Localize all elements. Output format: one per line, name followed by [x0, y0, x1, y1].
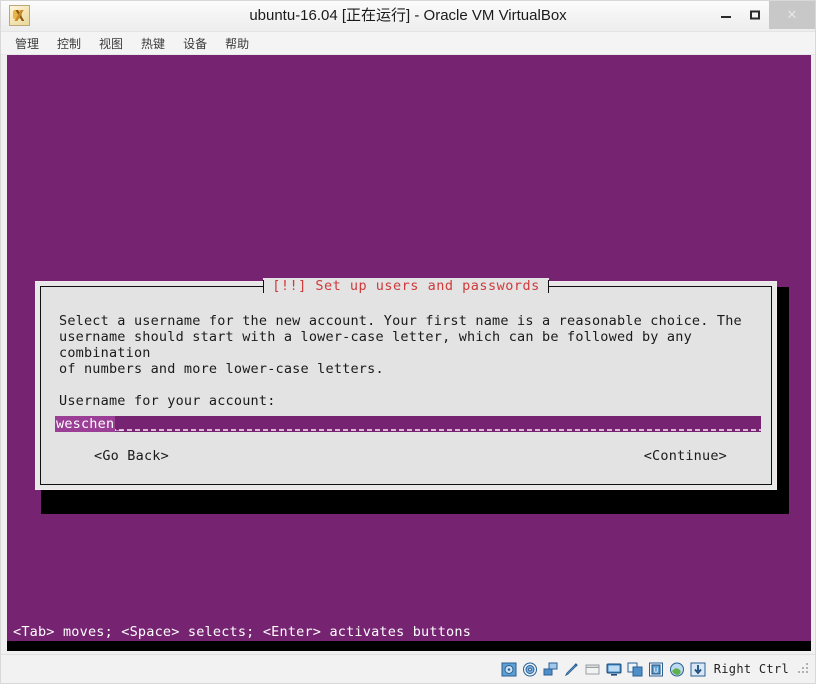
username-input[interactable]: weschen _ [55, 416, 761, 432]
text-cursor: _ [115, 416, 124, 432]
keyboard-hint-text: <Tab> moves; <Space> selects; <Enter> ac… [13, 624, 472, 640]
dialog-frame: [!!] Set up users and passwords Select a… [40, 278, 772, 485]
minimize-icon [720, 16, 731, 19]
hard-disk-icon[interactable] [501, 662, 517, 677]
close-button[interactable]: ✕ [769, 1, 815, 29]
dialog-button-row: <Go Back> <Continue> [59, 448, 751, 464]
host-key-label: Right Ctrl [713, 662, 789, 676]
guest-bottom-filler [7, 641, 811, 651]
menu-view[interactable]: 视图 [99, 35, 123, 52]
network-icon[interactable] [543, 662, 559, 677]
go-back-button[interactable]: <Go Back> [94, 448, 169, 464]
resize-grip-icon[interactable] [797, 663, 809, 675]
cpu-icon[interactable]: U [648, 662, 664, 677]
window-title: ubuntu-16.04 [正在运行] - Oracle VM VirtualB… [249, 7, 567, 24]
menu-machine[interactable]: 控制 [57, 35, 81, 52]
window-titlebar: ubuntu-16.04 [正在运行] - Oracle VM VirtualB… [1, 1, 815, 32]
menu-input[interactable]: 热键 [141, 35, 165, 52]
dialog-description: Select a username for the new account. Y… [59, 313, 742, 377]
optical-disk-icon[interactable] [522, 662, 538, 677]
dialog-prompt-label: Username for your account: [59, 393, 276, 409]
virtualbox-statusbar: U Right Ctrl [1, 654, 815, 683]
window-controls: ✕ [711, 1, 815, 29]
virtualbox-window: ubuntu-16.04 [正在运行] - Oracle VM VirtualB… [0, 0, 816, 684]
menubar: 管理 控制 视图 热键 设备 帮助 [1, 32, 815, 55]
ubuntu-installer-screen[interactable]: [!!] Set up users and passwords Select a… [7, 55, 811, 651]
guest-screen-container: [!!] Set up users and passwords Select a… [1, 55, 815, 654]
menu-help[interactable]: 帮助 [225, 35, 249, 52]
shared-folder-icon[interactable] [585, 662, 601, 677]
minimize-button[interactable] [711, 1, 740, 29]
status-icon-group: U [501, 662, 706, 677]
maximize-button[interactable] [740, 1, 769, 29]
maximize-icon [749, 10, 760, 20]
input-dashed-line [55, 429, 761, 431]
continue-button[interactable]: <Continue> [644, 448, 727, 464]
usb-icon[interactable] [564, 662, 580, 677]
drag-drop-icon[interactable] [627, 662, 643, 677]
globe-icon[interactable] [669, 662, 685, 677]
menu-devices[interactable]: 设备 [183, 35, 207, 52]
menu-file[interactable]: 管理 [15, 35, 39, 52]
username-input-value: weschen [55, 416, 116, 432]
down-arrow-icon[interactable] [690, 662, 706, 677]
close-icon: ✕ [786, 7, 798, 22]
installer-dialog: [!!] Set up users and passwords Select a… [35, 278, 777, 490]
svg-text:U: U [654, 666, 658, 674]
display-icon[interactable] [606, 662, 622, 677]
